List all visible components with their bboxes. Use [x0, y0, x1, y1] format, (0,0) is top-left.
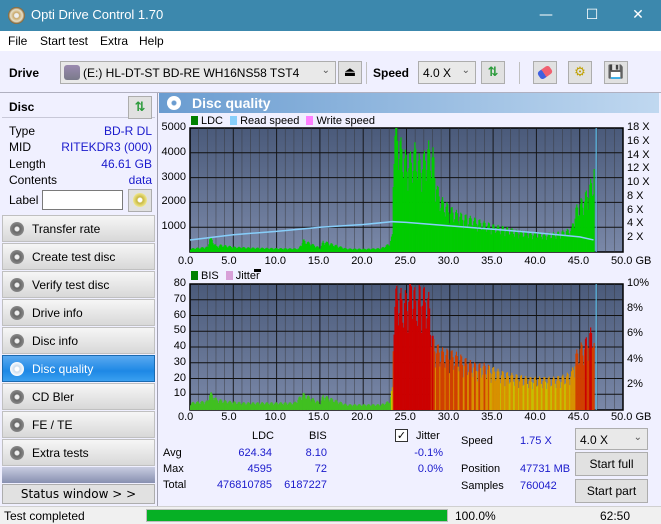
x-tick-label: 45.0	[567, 255, 590, 267]
x-tick-label: 35.0	[481, 255, 503, 267]
y-tick-label: 50	[173, 324, 186, 337]
x-tick-label: 25.0	[394, 411, 416, 423]
progress-text: 100.0%	[455, 509, 496, 523]
y-tick-label: 30	[173, 355, 186, 368]
x-tick-label: 5.0	[221, 255, 237, 267]
y2-tick-label: 18 X	[627, 121, 650, 133]
bis-bar	[593, 342, 595, 410]
y2-tick-label: 16 X	[627, 134, 650, 147]
x-tick-label: 20.0	[351, 255, 373, 267]
x-tick-label: 30.0	[437, 255, 460, 267]
y2-tick-label: 10 X	[627, 176, 650, 189]
elapsed-time: 62:50	[600, 509, 631, 523]
stats-ldc-value: 624.34	[238, 447, 272, 459]
y2-tick-label: 14 X	[627, 148, 650, 161]
speed-stat-label: Speed	[461, 435, 493, 447]
ldc-chart	[189, 127, 624, 411]
stats-row-label: Max	[163, 463, 184, 475]
chevron-down-icon: ⌄	[633, 432, 642, 443]
y2-tick-label: 6%	[627, 327, 643, 340]
x-tick-label: 15.0	[307, 411, 330, 423]
x-tick-label: 5.0	[221, 411, 237, 423]
x-tick-label: 35.0	[481, 411, 503, 423]
stats-jitter-value: 0.0%	[417, 463, 443, 475]
stats-row-label: Avg	[163, 447, 182, 459]
progress-fill	[147, 510, 447, 521]
y2-tick-label: 8 X	[627, 189, 644, 202]
y2-tick-label: 6 X	[627, 203, 644, 216]
start-full-button[interactable]: Start full	[575, 452, 648, 476]
x-tick-label: 0.0	[178, 411, 194, 423]
stats-bis-value: 8.10	[305, 447, 327, 459]
position-label: Position	[461, 463, 501, 475]
samples-value: 760042	[520, 480, 557, 492]
x-tick-label: 30.0	[437, 411, 460, 423]
y-tick-label: 60	[173, 308, 186, 321]
y2-tick-label: 2%	[627, 377, 643, 390]
y-tick-label: 80	[173, 277, 186, 289]
stats-bis-value: 72	[314, 463, 327, 475]
y-tick-label: 2000	[161, 195, 186, 208]
y-tick-label: 3000	[161, 170, 186, 183]
start-part-button[interactable]: Start part	[575, 479, 648, 503]
test-speed-value: 4.0 X	[580, 433, 609, 447]
jitter-checkbox[interactable]: ✓	[395, 429, 408, 442]
stats-bis-value: 6187227	[284, 479, 327, 491]
y2-tick-label: 2 X	[627, 231, 644, 244]
x-tick-label: 40.0	[524, 255, 546, 267]
stats-ldc-value: 476810785	[216, 479, 272, 491]
x-tick-label: 45.0	[567, 411, 590, 423]
x-tick-label: 50.0 GB	[611, 255, 652, 267]
x-tick-label: 10.0	[264, 255, 287, 267]
jitter-label: Jitter	[416, 430, 440, 442]
y2-tick-label: 12 X	[627, 162, 650, 175]
y2-tick-label: 10%	[627, 277, 650, 289]
progress-bar	[146, 509, 448, 522]
x-tick-label: 50.0 GB	[611, 411, 652, 423]
position-value: 47731 MB	[520, 463, 571, 475]
y2-tick-label: 4%	[627, 352, 643, 365]
x-tick-label: 15.0	[307, 255, 330, 267]
stats-col-bis: BIS	[309, 430, 327, 442]
y2-tick-label: 4 X	[627, 217, 644, 230]
stats-row-label: Total	[163, 479, 187, 491]
x-tick-label: 25.0	[394, 255, 416, 267]
status-text: Test completed	[4, 509, 85, 523]
test-speed-select[interactable]: 4.0 X ⌄	[575, 428, 648, 450]
stats-ldc-value: 4595	[247, 463, 272, 475]
stats-jitter-value: -0.1%	[414, 447, 443, 459]
ldc-bar	[593, 168, 595, 252]
y-tick-label: 1000	[161, 220, 186, 233]
stats-col-ldc: LDC	[252, 430, 275, 442]
samples-label: Samples	[461, 480, 504, 492]
y-tick-label: 40	[173, 340, 186, 352]
y-tick-label: 10	[173, 387, 186, 400]
x-tick-label: 40.0	[524, 411, 546, 423]
x-tick-label: 0.0	[178, 255, 194, 267]
y-tick-label: 5000	[161, 121, 186, 133]
y-tick-label: 20	[173, 371, 186, 384]
x-tick-label: 10.0	[264, 411, 287, 423]
x-tick-label: 20.0	[351, 411, 373, 423]
y-tick-label: 4000	[161, 145, 186, 158]
y-tick-label: 70	[173, 292, 186, 305]
speed-stat-value: 1.75 X	[520, 435, 552, 447]
y2-tick-label: 8%	[627, 302, 643, 315]
